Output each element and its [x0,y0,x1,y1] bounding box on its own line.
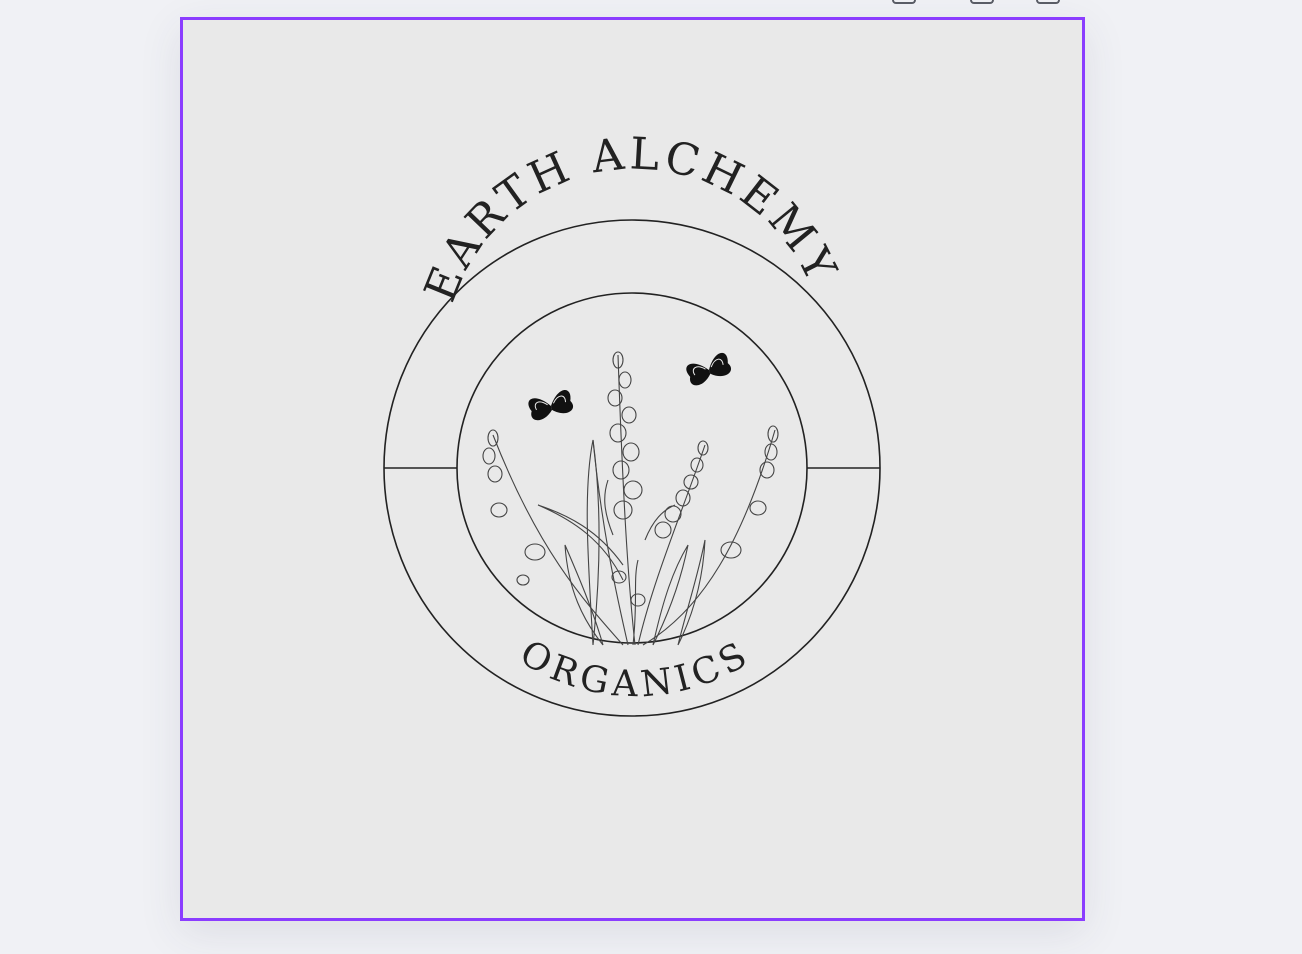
inner-ring [456,292,808,644]
add-page-icon[interactable] [1036,0,1060,4]
logo-graphic[interactable]: EARTH ALCHEMY ORGANICS [183,20,1082,918]
design-page[interactable]: EARTH ALCHEMY ORGANICS [183,20,1082,918]
butterfly-icon [528,390,574,421]
butterfly-icon [686,352,732,386]
lavender-buds [482,351,779,607]
editor-workspace: EARTH ALCHEMY ORGANICS [0,0,1302,954]
copy-icon[interactable] [970,0,994,4]
design-canvas[interactable]: EARTH ALCHEMY ORGANICS [180,17,1085,921]
brand-name-text: EARTH ALCHEMY [415,128,848,308]
page-toolbar [880,0,1080,6]
lavender-illustration [482,351,779,646]
lock-icon[interactable] [892,0,916,4]
